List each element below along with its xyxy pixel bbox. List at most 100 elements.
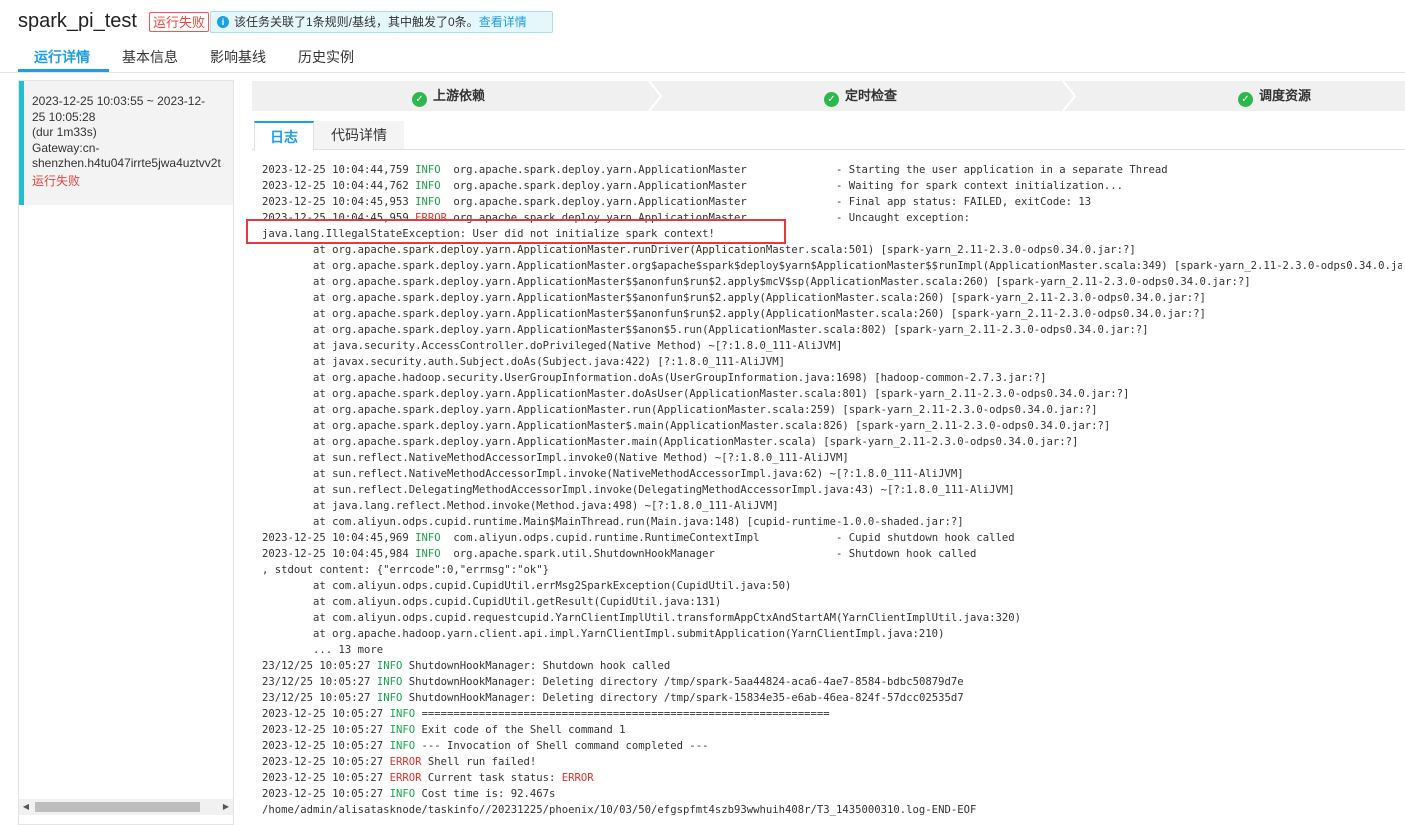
log-line: 2023-12-25 10:04:45,959 ERROR org.apache… bbox=[262, 210, 1402, 226]
log-text: 23/12/25 10:05:27 bbox=[262, 676, 377, 688]
run-status: 运行失败 bbox=[32, 173, 81, 188]
check-circle-icon: ✓ bbox=[824, 92, 839, 107]
log-line: 2023-12-25 10:04:44,759 INFO org.apache.… bbox=[262, 162, 1402, 178]
log-line: , stdout content: {"errcode":0,"errmsg":… bbox=[262, 562, 1402, 578]
log-line: at org.apache.spark.deploy.yarn.Applicat… bbox=[262, 274, 1402, 290]
info-icon: i bbox=[217, 16, 229, 28]
log-line: 23/12/25 10:05:27 INFO ShutdownHookManag… bbox=[262, 658, 1402, 674]
log-level: INFO bbox=[376, 692, 403, 704]
scroll-right-icon[interactable]: ▶ bbox=[219, 799, 233, 815]
log-text: at org.apache.hadoop.yarn.client.api.imp… bbox=[262, 628, 945, 640]
log-tabs: 日志 代码详情 bbox=[252, 121, 1405, 151]
log-text: at org.apache.spark.deploy.yarn.Applicat… bbox=[262, 420, 1111, 432]
log-text: 23/12/25 10:05:27 bbox=[262, 692, 377, 704]
step-schedule-check: ✓ 定时检查 bbox=[824, 81, 897, 111]
rule-notice: i 该任务关联了1条规则/基线，其中触发了0条。查看详情 bbox=[210, 11, 553, 33]
log-text: at javax.security.auth.Subject.doAs(Subj… bbox=[262, 356, 785, 368]
log-text: at sun.reflect.NativeMethodAccessorImpl.… bbox=[262, 468, 964, 480]
log-text: at java.lang.reflect.Method.invoke(Metho… bbox=[262, 500, 779, 512]
log-level: INFO bbox=[389, 724, 416, 736]
log-line: /home/admin/alisatasknode/taskinfo//2023… bbox=[262, 802, 1402, 818]
log-text: at sun.reflect.NativeMethodAccessorImpl.… bbox=[262, 452, 849, 464]
view-details-link[interactable]: 查看详情 bbox=[479, 15, 527, 29]
execution-steps: ✓ 上游依赖 ✓ 定时检查 ✓ 调度资源 bbox=[252, 81, 1405, 111]
notice-text: 该任务关联了1条规则/基线，其中触发了0条。查看详情 bbox=[234, 12, 527, 32]
log-text: , stdout content: {"errcode":0,"errmsg":… bbox=[262, 564, 550, 576]
log-text: 2023-12-25 10:05:27 bbox=[262, 740, 390, 752]
log-line: 23/12/25 10:05:27 INFO ShutdownHookManag… bbox=[262, 690, 1402, 706]
tab-log[interactable]: 日志 bbox=[254, 121, 314, 151]
log-line: at sun.reflect.NativeMethodAccessorImpl.… bbox=[262, 466, 1402, 482]
log-message: org.apache.spark.deploy.yarn.Application… bbox=[446, 212, 970, 224]
log-message: --- Invocation of Shell command complete… bbox=[415, 740, 709, 752]
log-line: at org.apache.spark.deploy.yarn.Applicat… bbox=[262, 434, 1402, 450]
log-line: at org.apache.spark.deploy.yarn.Applicat… bbox=[262, 322, 1402, 338]
log-message: Shell run failed! bbox=[421, 756, 537, 768]
log-text: at com.aliyun.odps.cupid.runtime.Main$Ma… bbox=[262, 516, 964, 528]
log-line: at sun.reflect.NativeMethodAccessorImpl.… bbox=[262, 450, 1402, 466]
run-item[interactable]: 2023-12-25 10:03:55 ~ 2023-12- 25 10:05:… bbox=[19, 81, 233, 205]
log-message: org.apache.spark.deploy.yarn.Application… bbox=[440, 180, 1124, 192]
log-text: 23/12/25 10:05:27 bbox=[262, 660, 377, 672]
log-text: at org.apache.spark.deploy.yarn.Applicat… bbox=[262, 244, 1136, 256]
log-text: 2023-12-25 10:05:27 bbox=[262, 724, 390, 736]
log-level: INFO bbox=[389, 788, 416, 800]
log-level: INFO bbox=[376, 660, 403, 672]
log-line: at java.lang.reflect.Method.invoke(Metho… bbox=[262, 498, 1402, 514]
log-line: 2023-12-25 10:04:44,762 INFO org.apache.… bbox=[262, 178, 1402, 194]
log-line: at com.aliyun.odps.cupid.requestcupid.Ya… bbox=[262, 610, 1402, 626]
log-line: 2023-12-25 10:05:27 INFO Exit code of th… bbox=[262, 722, 1402, 738]
log-line: 2023-12-25 10:05:27 ERROR Shell run fail… bbox=[262, 754, 1402, 770]
horizontal-scrollbar[interactable]: ◀ ▶ bbox=[19, 799, 233, 815]
log-text: java.lang.IllegalStateException: User di… bbox=[262, 228, 715, 240]
run-time-range: 2023-12-25 10:03:55 ~ 2023-12- bbox=[32, 94, 206, 108]
log-text: 2023-12-25 10:05:27 bbox=[262, 772, 390, 784]
scroll-left-icon[interactable]: ◀ bbox=[19, 799, 33, 815]
log-line: 2023-12-25 10:04:45,953 INFO org.apache.… bbox=[262, 194, 1402, 210]
log-text: 2023-12-25 10:05:27 bbox=[262, 708, 390, 720]
log-level: INFO bbox=[415, 548, 441, 560]
page-title: spark_pi_test bbox=[18, 10, 137, 32]
log-text: at org.apache.spark.deploy.yarn.Applicat… bbox=[262, 324, 1149, 336]
scrollbar-thumb[interactable] bbox=[35, 802, 200, 812]
log-text: at com.aliyun.odps.cupid.CupidUtil.errMs… bbox=[262, 580, 792, 592]
step-label: 调度资源 bbox=[1259, 88, 1312, 103]
log-message: org.apache.spark.deploy.yarn.Application… bbox=[440, 196, 1092, 208]
log-message: Current task status: bbox=[421, 772, 562, 784]
tab-history-instances[interactable]: 历史实例 bbox=[298, 46, 354, 71]
log-line: at org.apache.spark.deploy.yarn.Applicat… bbox=[262, 258, 1402, 274]
step-label: 上游依赖 bbox=[433, 88, 486, 103]
log-text: 2023-12-25 10:04:45,953 bbox=[262, 196, 416, 208]
log-line: java.lang.IllegalStateException: User di… bbox=[262, 226, 1402, 242]
log-line: at org.apache.spark.deploy.yarn.Applicat… bbox=[262, 418, 1402, 434]
tab-run-details[interactable]: 运行详情 bbox=[34, 46, 90, 71]
log-output: 2023-12-25 10:04:44,759 INFO org.apache.… bbox=[262, 162, 1402, 825]
tab-code-details[interactable]: 代码详情 bbox=[314, 121, 404, 150]
log-text: ... 13 more bbox=[262, 644, 384, 656]
log-line: at sun.reflect.DelegatingMethodAccessorI… bbox=[262, 482, 1402, 498]
log-text: /home/admin/alisatasknode/taskinfo//2023… bbox=[262, 804, 977, 816]
log-line: at org.apache.spark.deploy.yarn.Applicat… bbox=[262, 242, 1402, 258]
log-level: INFO bbox=[389, 708, 416, 720]
run-gateway-label: Gateway:cn- bbox=[32, 140, 100, 155]
log-level: INFO bbox=[415, 532, 441, 544]
tab-impact-baseline[interactable]: 影响基线 bbox=[210, 46, 266, 71]
log-line: at org.apache.spark.deploy.yarn.Applicat… bbox=[262, 402, 1402, 418]
run-list-panel: 2023-12-25 10:03:55 ~ 2023-12- 25 10:05:… bbox=[18, 80, 234, 825]
log-level: INFO bbox=[415, 164, 441, 176]
log-text: at org.apache.spark.deploy.yarn.Applicat… bbox=[262, 388, 1130, 400]
log-line: at com.aliyun.odps.cupid.runtime.Main$Ma… bbox=[262, 514, 1402, 530]
run-gateway-value: shenzhen.h4tu047irrte5jwa4uztvv2t bbox=[32, 156, 221, 170]
log-text: 2023-12-25 10:04:44,759 bbox=[262, 164, 416, 176]
log-text: at com.aliyun.odps.cupid.requestcupid.Ya… bbox=[262, 612, 1021, 624]
log-line: at org.apache.spark.deploy.yarn.Applicat… bbox=[262, 306, 1402, 322]
log-line: 2023-12-25 10:05:27 ERROR Current task s… bbox=[262, 770, 1402, 786]
log-line: 2023-12-25 10:05:27 INFO --- Invocation … bbox=[262, 738, 1402, 754]
log-line: 2023-12-25 10:04:45,969 INFO com.aliyun.… bbox=[262, 530, 1402, 546]
log-level: ERROR bbox=[389, 756, 422, 768]
log-line: 2023-12-25 10:05:27 INFO Cost time is: 9… bbox=[262, 786, 1402, 802]
log-status-value: ERROR bbox=[561, 772, 594, 784]
log-line: 23/12/25 10:05:27 INFO ShutdownHookManag… bbox=[262, 674, 1402, 690]
tab-basic-info[interactable]: 基本信息 bbox=[122, 46, 178, 71]
log-line: at javax.security.auth.Subject.doAs(Subj… bbox=[262, 354, 1402, 370]
